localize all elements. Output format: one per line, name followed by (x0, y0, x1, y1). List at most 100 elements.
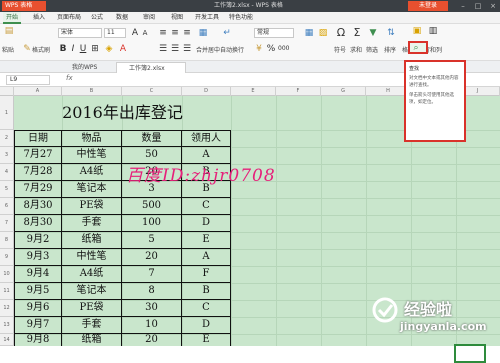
underline-icon[interactable]: U (78, 44, 88, 54)
cell-person[interactable]: D (182, 215, 231, 232)
find-button[interactable]: ⌕ (408, 41, 428, 54)
sum-button[interactable]: 求和 (350, 46, 362, 56)
align-bottom-icon[interactable]: ≡ (182, 28, 192, 38)
cell-date[interactable]: 7月28 (14, 164, 62, 181)
cell-qty[interactable]: 30 (122, 300, 182, 317)
cell-person[interactable]: E (182, 232, 231, 249)
menu-features[interactable]: 特色功能 (226, 12, 256, 24)
row-header[interactable]: 5 (0, 181, 14, 198)
row-header[interactable]: 9 (0, 249, 14, 266)
menu-home[interactable]: 开始 (3, 12, 22, 24)
thousands-icon[interactable]: 000 (278, 44, 289, 54)
font-color-icon[interactable]: A (118, 44, 128, 54)
name-box[interactable]: L9 (6, 75, 50, 85)
cell-item[interactable]: 纸箱 (62, 334, 122, 346)
menu-review[interactable]: 审阅 (140, 12, 158, 24)
cell-person[interactable]: F (182, 266, 231, 283)
row-header[interactable]: 4 (0, 164, 14, 181)
column-header[interactable]: A (14, 87, 62, 96)
cell-person[interactable]: C (182, 198, 231, 215)
close-icon[interactable]: × (486, 0, 500, 12)
select-all-corner[interactable] (0, 87, 14, 96)
row-header[interactable]: 6 (0, 198, 14, 215)
sort-icon[interactable]: ⇅ (386, 28, 396, 38)
shrink-font-icon[interactable]: A (140, 28, 150, 38)
row-header[interactable]: 13 (0, 317, 14, 334)
login-button[interactable]: 未登录 (408, 1, 448, 11)
cell-item[interactable]: PE袋 (62, 198, 122, 215)
column-header[interactable]: D (182, 87, 231, 96)
menu-data[interactable]: 数据 (113, 12, 131, 24)
sum-icon[interactable]: Σ (352, 27, 362, 38)
symbol-button[interactable]: 符号 (334, 46, 346, 56)
cell-item[interactable]: 手套 (62, 215, 122, 232)
row-col-icon[interactable]: ▥ (428, 26, 438, 36)
cell-qty[interactable]: 500 (122, 198, 182, 215)
selected-cell[interactable] (454, 344, 486, 363)
cell-qty[interactable]: 8 (122, 283, 182, 300)
minimize-icon[interactable]: – (456, 0, 470, 12)
cell-date[interactable]: 9月4 (14, 266, 62, 283)
cell-item[interactable]: PE袋 (62, 300, 122, 317)
font-size-select[interactable]: 11 (104, 28, 126, 38)
column-header[interactable]: B (62, 87, 122, 96)
menu-insert[interactable]: 插入 (30, 12, 48, 24)
menu-formula[interactable]: 公式 (88, 12, 106, 24)
cell-date[interactable]: 9月6 (14, 300, 62, 317)
cell-date[interactable]: 7月29 (14, 181, 62, 198)
format-painter-icon[interactable]: ✎ (22, 44, 32, 54)
cell-qty[interactable]: 5 (122, 232, 182, 249)
paste-icon[interactable]: ▤ (4, 26, 14, 36)
align-right-icon[interactable]: ☰ (182, 44, 192, 54)
cell-item[interactable]: A4纸 (62, 164, 122, 181)
symbol-icon[interactable]: Ω (336, 27, 346, 38)
row-header[interactable]: 12 (0, 300, 14, 317)
cell-date[interactable]: 8月30 (14, 198, 62, 215)
border-icon[interactable]: ⊞ (90, 44, 100, 54)
paste-button[interactable]: 粘贴 (2, 46, 14, 56)
tab-my-wps[interactable]: 我的WPS (60, 62, 114, 73)
wrap-text-icon[interactable]: ↵ (222, 28, 232, 38)
filter-button[interactable]: 筛选 (366, 46, 378, 56)
cell-date[interactable]: 9月7 (14, 317, 62, 334)
cell-person[interactable]: D (182, 317, 231, 334)
row-header[interactable]: 8 (0, 232, 14, 249)
column-header[interactable]: C (122, 87, 182, 96)
menu-developer[interactable]: 开发工具 (192, 12, 222, 24)
table-style-icon[interactable]: ▦ (304, 28, 314, 38)
cell-item[interactable]: 中性笔 (62, 147, 122, 164)
align-top-icon[interactable]: ≡ (158, 28, 168, 38)
row-header[interactable]: 11 (0, 283, 14, 300)
cell-person[interactable]: A (182, 249, 231, 266)
cell-item[interactable]: 中性笔 (62, 249, 122, 266)
cell-person[interactable]: C (182, 300, 231, 317)
merge-center-icon[interactable]: ▦ (198, 28, 208, 38)
cell-date[interactable]: 9月5 (14, 283, 62, 300)
merge-center-button[interactable]: 合并居中 (196, 46, 220, 56)
cell-person[interactable]: B (182, 283, 231, 300)
filter-icon[interactable]: ▼ (368, 28, 378, 38)
row-header[interactable]: 3 (0, 147, 14, 164)
bold-icon[interactable]: B (58, 44, 68, 54)
cell-qty[interactable]: 7 (122, 266, 182, 283)
row-header[interactable]: 14 (0, 334, 14, 346)
currency-icon[interactable]: ¥ (254, 44, 264, 54)
fx-icon[interactable]: fx (66, 74, 73, 82)
cell-person[interactable]: E (182, 334, 231, 346)
format-painter-button[interactable]: 格式刷 (32, 46, 50, 56)
cell-item[interactable]: 笔记本 (62, 181, 122, 198)
cell-date[interactable]: 9月8 (14, 334, 62, 346)
cell-item[interactable]: 手套 (62, 317, 122, 334)
menu-page-layout[interactable]: 页面布局 (54, 12, 84, 24)
align-center-icon[interactable]: ☰ (170, 44, 180, 54)
cell-date[interactable]: 8月30 (14, 215, 62, 232)
cell-qty[interactable]: 100 (122, 215, 182, 232)
cell-item[interactable]: A4纸 (62, 266, 122, 283)
row-header[interactable]: 1 (0, 96, 14, 130)
column-header[interactable]: F (276, 87, 321, 96)
column-header[interactable]: G (321, 87, 366, 96)
wrap-text-button[interactable]: 自动换行 (220, 46, 244, 56)
cell-qty[interactable]: 20 (122, 249, 182, 266)
cond-format-icon[interactable]: ▨ (318, 28, 328, 38)
cell-date[interactable]: 7月27 (14, 147, 62, 164)
